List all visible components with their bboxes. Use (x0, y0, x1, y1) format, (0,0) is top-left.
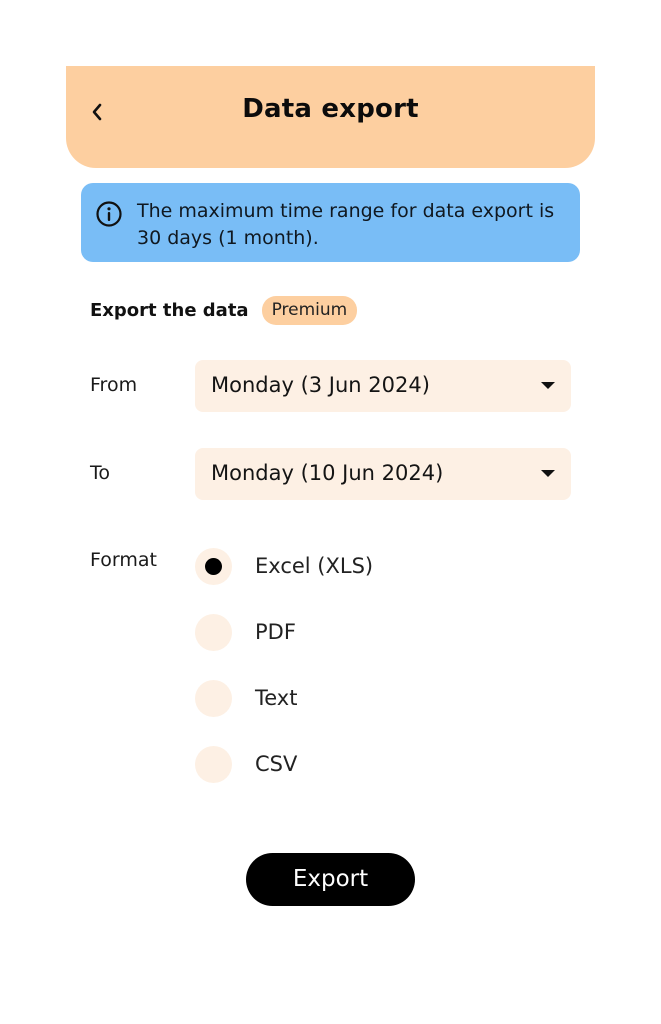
to-date-value: Monday (10 Jun 2024) (211, 461, 444, 485)
dropdown-arrow-icon (541, 470, 555, 477)
format-option-text[interactable]: Text (195, 680, 495, 718)
radio-button[interactable] (195, 614, 232, 651)
app-header: Data export (66, 66, 595, 168)
section-title: Export the data (90, 299, 249, 321)
format-option-xls[interactable]: Excel (XLS) (195, 548, 495, 586)
from-date-select[interactable]: Monday (3 Jun 2024) (195, 360, 571, 412)
from-label: From (90, 374, 138, 396)
format-label: Format (90, 549, 157, 571)
radio-label: PDF (255, 620, 296, 644)
section-header: Export the data Premium (90, 295, 358, 325)
premium-badge: Premium (261, 295, 358, 325)
info-text: The maximum time range for data export i… (137, 200, 555, 249)
to-date-select[interactable]: Monday (10 Jun 2024) (195, 448, 571, 500)
radio-label: CSV (255, 752, 298, 776)
from-date-value: Monday (3 Jun 2024) (211, 373, 430, 397)
format-option-pdf[interactable]: PDF (195, 614, 495, 652)
radio-button[interactable] (195, 680, 232, 717)
radio-label: Excel (XLS) (255, 554, 374, 578)
radio-button[interactable] (195, 746, 232, 783)
radio-label: Text (255, 686, 298, 710)
page-title: Data export (242, 94, 419, 124)
export-button[interactable]: Export (246, 853, 415, 906)
dropdown-arrow-icon (541, 382, 555, 389)
info-icon (96, 201, 122, 227)
radio-selected-dot (205, 558, 222, 575)
radio-button[interactable] (195, 548, 232, 585)
info-banner: The maximum time range for data export i… (81, 183, 580, 262)
to-label: To (90, 462, 111, 484)
format-option-csv[interactable]: CSV (195, 746, 495, 784)
